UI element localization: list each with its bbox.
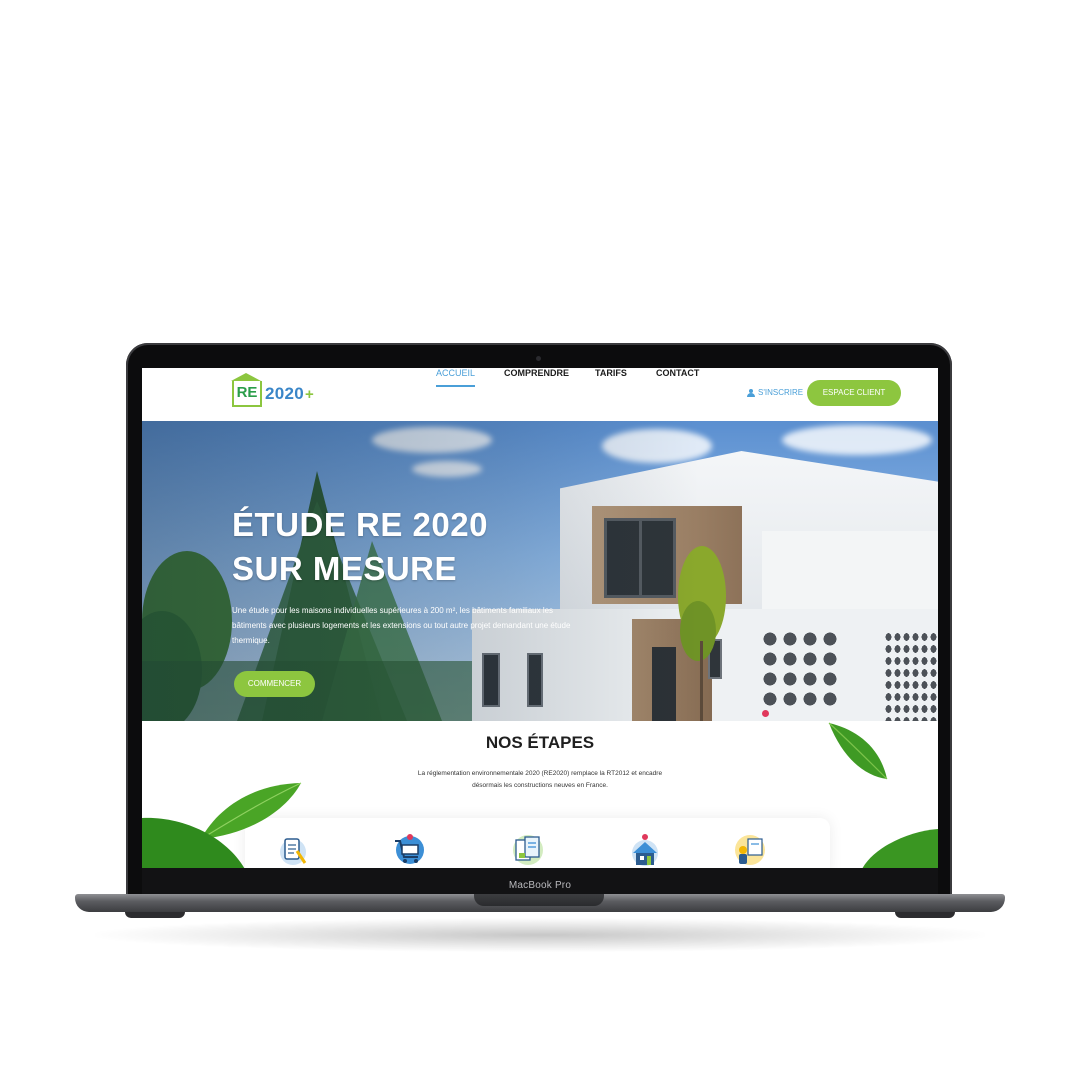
plans-documents-icon[interactable] bbox=[510, 833, 546, 867]
top-navbar: RE 2020 + ACCUEIL COMPRENDRE TARIFS CONT… bbox=[142, 368, 938, 421]
commencer-button[interactable]: COMMENCER bbox=[234, 671, 315, 697]
leaf-decoration bbox=[862, 829, 938, 868]
nav-item-tarifs[interactable]: TARIFS bbox=[595, 368, 627, 378]
hero-title-line1: ÉTUDE RE 2020 bbox=[232, 506, 488, 543]
nav-item-accueil[interactable]: ACCUEIL bbox=[436, 368, 476, 387]
signup-link[interactable]: S'INSCRIRE bbox=[747, 388, 803, 397]
slider-dot[interactable] bbox=[762, 710, 769, 717]
laptop-model-label: MacBook Pro bbox=[508, 880, 572, 891]
laptop-foot bbox=[895, 912, 955, 918]
steps-description-line2: désormais les constructions neuves en Fr… bbox=[472, 782, 608, 789]
shopping-cart-icon[interactable] bbox=[390, 833, 426, 867]
laptop-opening-notch bbox=[474, 894, 604, 906]
engineer-person-icon[interactable] bbox=[732, 833, 768, 867]
laptop-shadow bbox=[95, 918, 985, 952]
nav-item-contact[interactable]: CONTACT bbox=[656, 368, 699, 378]
hero-title-line2: SUR MESURE bbox=[232, 550, 458, 587]
house-location-icon[interactable] bbox=[627, 833, 663, 867]
espace-client-button[interactable]: ESPACE CLIENT bbox=[807, 380, 901, 406]
logo-house-icon: RE bbox=[231, 373, 262, 407]
hero-banner: ÉTUDE RE 2020 SUR MESURE Une étude pour … bbox=[142, 421, 938, 721]
browser-screen: RE 2020 + ACCUEIL COMPRENDRE TARIFS CONT… bbox=[142, 368, 938, 868]
user-icon bbox=[747, 388, 755, 397]
laptop-foot bbox=[125, 912, 185, 918]
site-logo[interactable]: RE 2020 + bbox=[231, 373, 314, 408]
signup-label: S'INSCRIRE bbox=[758, 388, 804, 397]
hero-description: Une étude pour les maisons individuelles… bbox=[232, 606, 571, 645]
logo-text: 2020 bbox=[265, 384, 305, 403]
nav-item-comprendre[interactable]: COMPRENDRE bbox=[504, 368, 569, 378]
steps-description-line1: La réglementation environnementale 2020 … bbox=[417, 770, 663, 777]
steps-title: NOS ÉTAPES bbox=[485, 733, 595, 752]
steps-section: NOS ÉTAPES La réglementation environneme… bbox=[142, 721, 938, 868]
camera-icon bbox=[536, 356, 541, 361]
leaf-decoration bbox=[142, 817, 245, 868]
logo-plus: + bbox=[305, 385, 314, 403]
hero-title: ÉTUDE RE 2020 SUR MESURE bbox=[232, 503, 572, 591]
leaf-decoration bbox=[828, 722, 888, 780]
steps-description: La réglementation environnementale 2020 … bbox=[400, 768, 680, 792]
